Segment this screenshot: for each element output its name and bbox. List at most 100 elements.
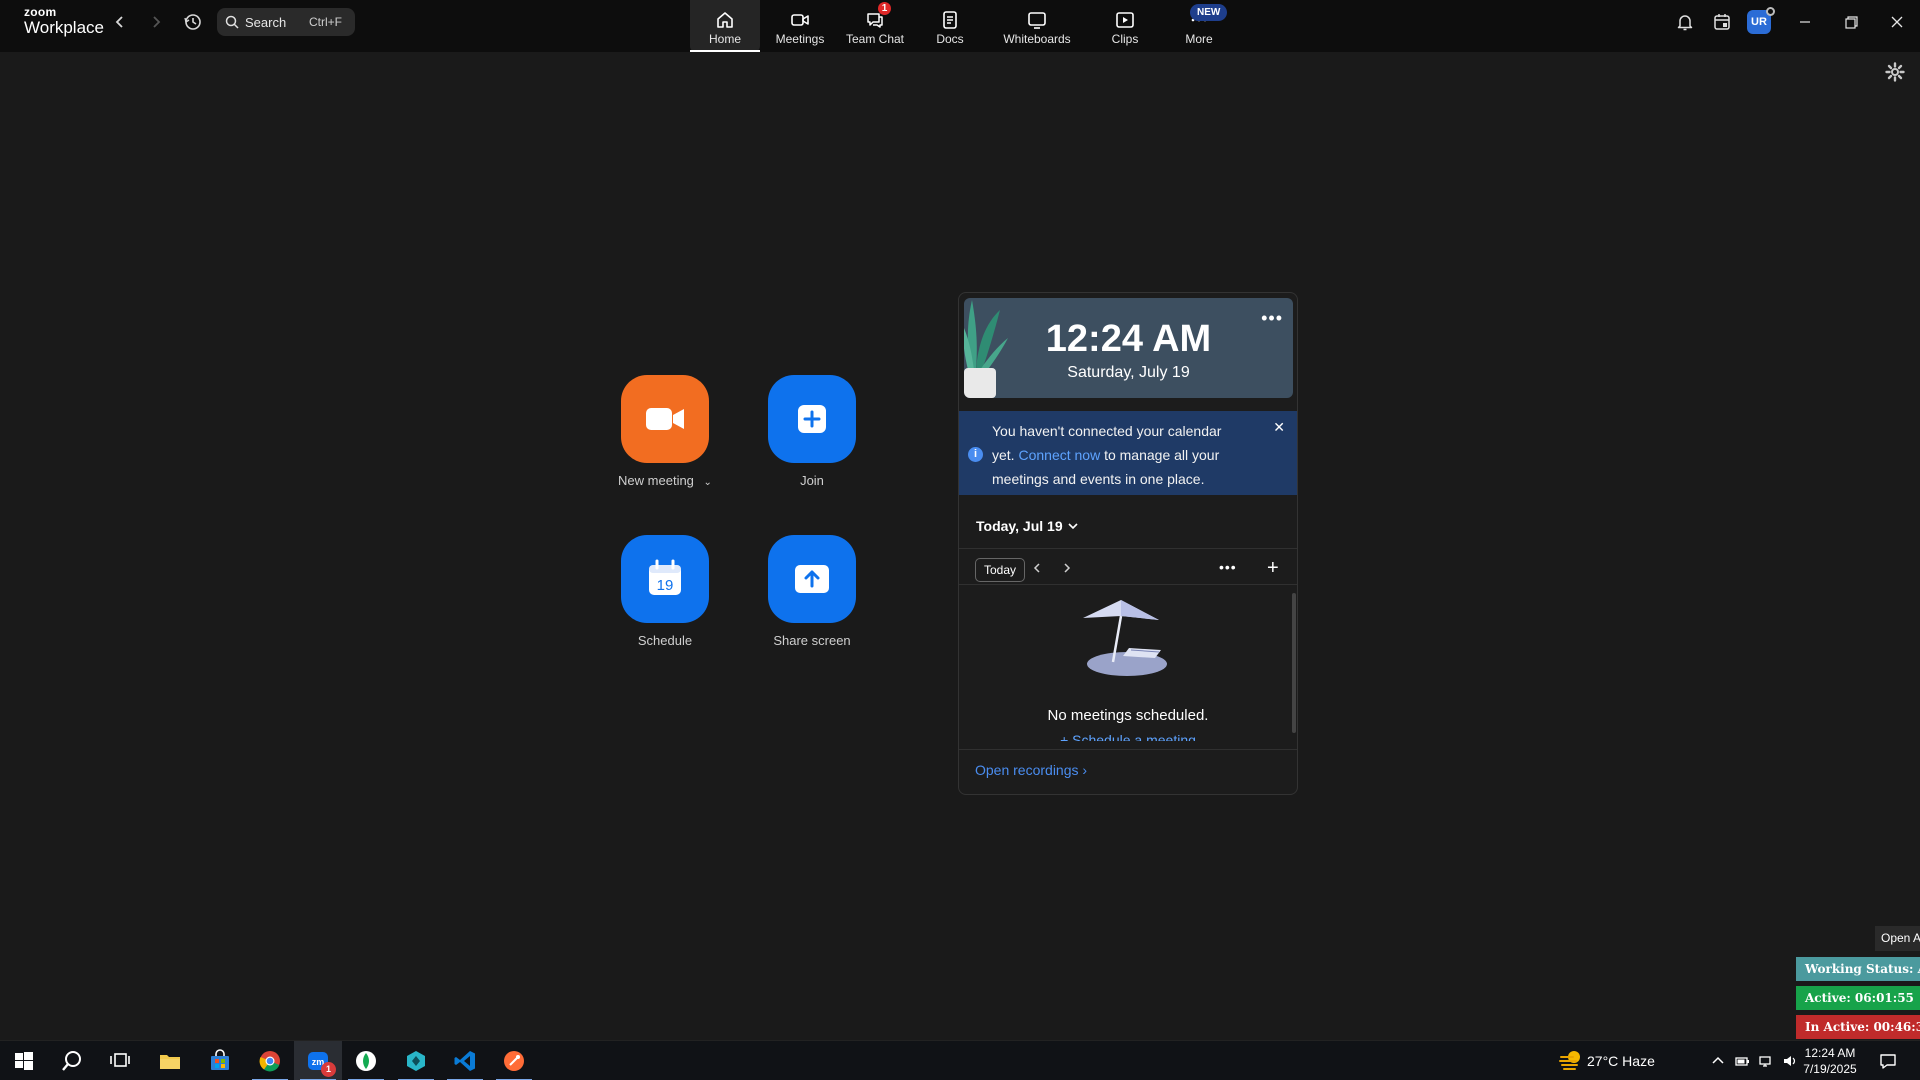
open-app-button[interactable]: Open App — [1875, 926, 1920, 951]
share-arrow-icon — [795, 565, 829, 593]
meetings-scrollbar[interactable] — [1292, 593, 1296, 733]
prev-day-icon[interactable] — [1031, 562, 1043, 574]
taskbar-store[interactable] — [196, 1041, 244, 1080]
task-view-icon — [110, 1053, 130, 1067]
back-icon[interactable] — [110, 12, 130, 32]
video-camera-icon — [646, 408, 684, 430]
start-button[interactable] — [0, 1041, 48, 1080]
bell-icon[interactable] — [1675, 12, 1695, 32]
weather-widget[interactable]: 27°C Haze — [1559, 1051, 1655, 1070]
tab-team-chat[interactable]: Team Chat 1 — [842, 0, 908, 52]
new-meeting-label: New meeting — [618, 473, 694, 488]
more-new-badge: NEW — [1190, 4, 1228, 21]
taskbar-postman[interactable] — [490, 1041, 538, 1080]
hexagon-app-icon — [407, 1051, 425, 1071]
tab-more-label: More — [1185, 32, 1213, 46]
taskbar-zoom[interactable]: zm 1 — [294, 1041, 342, 1080]
chevron-down-icon[interactable]: ⌄ — [704, 477, 712, 488]
taskbar-mongodb[interactable] — [342, 1041, 390, 1080]
taskbar-chrome[interactable] — [246, 1041, 294, 1080]
calendar-widget-icon[interactable] — [1712, 12, 1732, 32]
minimize-icon[interactable] — [1794, 11, 1816, 33]
new-meeting-tile[interactable] — [621, 375, 709, 463]
logo-line1: zoom — [24, 5, 57, 19]
taskbar-file-explorer[interactable] — [146, 1041, 194, 1080]
schedule-label: Schedule — [637, 633, 693, 648]
restore-icon[interactable] — [1840, 11, 1862, 33]
taskbar-clock[interactable]: 12:24 AM 7/19/2025 — [1800, 1045, 1860, 1077]
day-selector[interactable]: Today, Jul 19 — [959, 504, 1297, 549]
close-icon[interactable] — [1886, 11, 1908, 33]
dismiss-notice-icon[interactable]: ✕ — [1273, 419, 1285, 436]
today-button[interactable]: Today — [975, 558, 1026, 582]
schedule-meeting-link[interactable]: + Schedule a meeting — [959, 732, 1297, 741]
share-screen-button[interactable]: Share screen — [752, 535, 872, 648]
meetings-list: No meetings scheduled. + Schedule a meet… — [959, 586, 1297, 741]
taskbar-time: 12:24 AM — [1804, 1046, 1856, 1060]
tab-whiteboards-label: Whiteboards — [1003, 32, 1071, 46]
inactive-time-badge: In Active: 00:46:31 — [1796, 1015, 1920, 1039]
no-meetings-message: No meetings scheduled. — [1047, 707, 1209, 724]
search-box[interactable]: Search Ctrl+F — [217, 8, 355, 36]
calendar-day-number: 19 — [657, 577, 674, 594]
tab-home[interactable]: Home — [690, 0, 760, 52]
new-meeting-button[interactable]: New meeting ⌄ — [605, 375, 725, 488]
add-event-icon[interactable]: + — [1267, 558, 1279, 578]
volume-icon[interactable] — [1782, 1053, 1798, 1069]
join-button[interactable]: Join — [752, 375, 872, 488]
search-icon — [62, 1051, 81, 1071]
network-icon[interactable] — [1758, 1053, 1774, 1069]
calendar-more-icon[interactable]: ••• — [1219, 559, 1237, 575]
info-icon: i — [968, 447, 983, 462]
title-bar: zoom Workplace Search Ctrl+F Home Meetin… — [0, 0, 1920, 52]
taskbar-vscode[interactable] — [441, 1041, 489, 1080]
tab-clips[interactable]: Clips — [1094, 0, 1156, 52]
calendar-icon: 19 — [649, 559, 681, 595]
forward-icon[interactable] — [146, 12, 166, 32]
tab-team-chat-label: Team Chat — [845, 32, 905, 46]
history-icon[interactable] — [183, 12, 203, 32]
clock-date: Saturday, July 19 — [1067, 364, 1190, 381]
notification-center-icon[interactable] — [1878, 1051, 1898, 1071]
haze-weather-icon — [1559, 1051, 1580, 1070]
chevron-up-icon[interactable] — [1710, 1053, 1726, 1069]
presence-dot — [1766, 7, 1775, 16]
postman-icon — [504, 1051, 524, 1071]
clock-card: 12:24 AM Saturday, July 19 ••• — [964, 298, 1293, 398]
open-recordings-link[interactable]: Open recordings › — [975, 762, 1087, 778]
battery-icon[interactable] — [1734, 1053, 1750, 1069]
tab-meetings-label: Meetings — [775, 32, 825, 46]
share-screen-tile[interactable] — [768, 535, 856, 623]
leaf-app-icon — [356, 1051, 376, 1071]
team-chat-badge: 1 — [878, 2, 891, 15]
new-meeting-label-row: New meeting ⌄ — [605, 473, 725, 488]
panel-footer: Open recordings › — [959, 749, 1297, 794]
more-options-icon[interactable]: ••• — [1261, 308, 1283, 329]
taskbar-app-hex[interactable] — [392, 1041, 440, 1080]
search-icon — [225, 15, 239, 29]
tab-docs-label: Docs — [936, 32, 964, 46]
taskbar-search[interactable] — [48, 1041, 96, 1080]
avatar[interactable]: UR — [1747, 7, 1775, 34]
connect-now-link[interactable]: Connect now — [1018, 447, 1100, 463]
chevron-down-icon[interactable] — [1067, 520, 1079, 532]
tab-whiteboards[interactable]: Whiteboards — [996, 0, 1078, 52]
schedule-button[interactable]: 19 Schedule — [605, 535, 725, 648]
taskbar-date: 7/19/2025 — [1803, 1062, 1857, 1076]
join-tile[interactable] — [768, 375, 856, 463]
tab-meetings[interactable]: Meetings — [766, 0, 834, 52]
settings-gear-icon[interactable] — [1885, 62, 1905, 82]
home-icon — [717, 12, 733, 28]
beach-umbrella-illustration — [1083, 600, 1167, 676]
schedule-tile[interactable]: 19 — [621, 535, 709, 623]
calendar-connect-notice: i You haven't connected your calendar ye… — [959, 411, 1297, 495]
next-day-icon[interactable] — [1061, 562, 1073, 574]
avatar-initials: UR — [1751, 16, 1767, 28]
clips-icon — [1116, 12, 1134, 28]
tab-clips-label: Clips — [1111, 32, 1139, 46]
zoom-taskbar-badge: 1 — [321, 1062, 336, 1077]
tab-docs[interactable]: Docs — [918, 0, 982, 52]
logo-line2: Workplace — [24, 18, 104, 37]
share-screen-label: Share screen — [773, 633, 851, 648]
task-view-button[interactable] — [96, 1041, 144, 1080]
